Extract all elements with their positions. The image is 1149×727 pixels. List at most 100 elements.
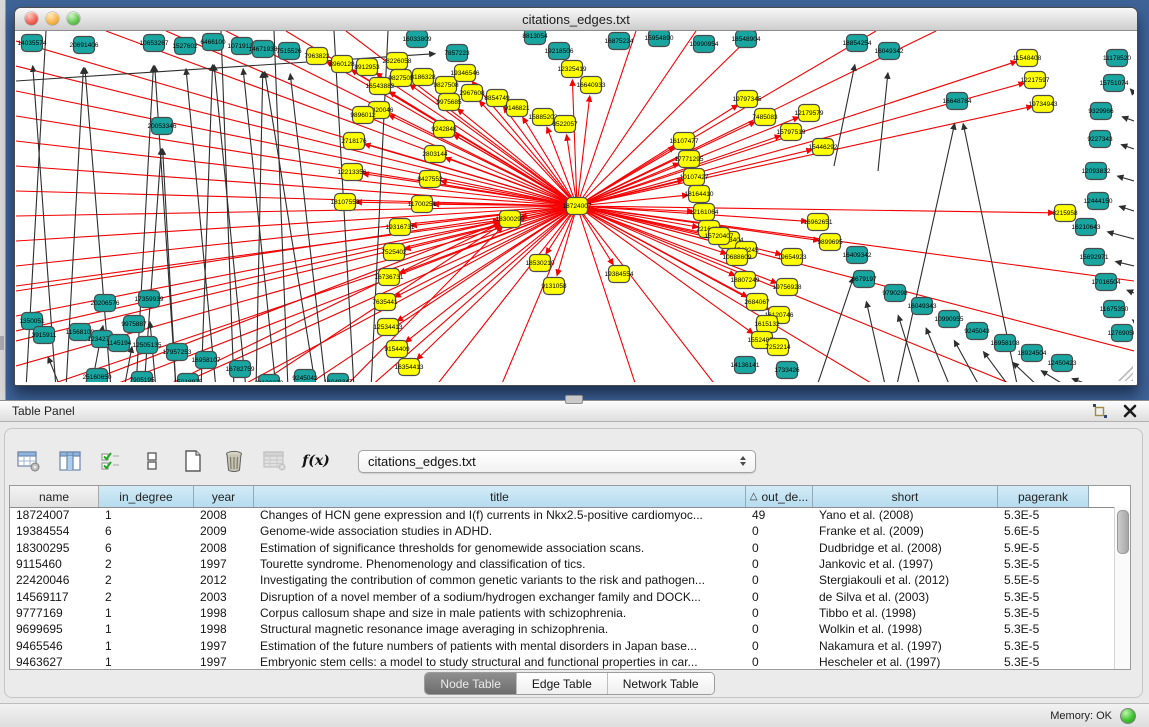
column-header-in-degree[interactable]: in_degree [99, 486, 194, 507]
graph-node[interactable]: 18300295 [496, 211, 525, 228]
graph-edge[interactable] [16, 91, 577, 206]
table-cell[interactable]: 1997 [194, 639, 254, 653]
graph-node[interactable]: 20206576 [91, 295, 120, 312]
table-cell[interactable]: Hescheler et al. (1997) [813, 655, 998, 669]
table-cell[interactable]: 14569117 [10, 590, 99, 604]
graph-edge[interactable] [186, 69, 216, 382]
graph-node[interactable]: 6466100 [200, 34, 226, 51]
graph-node[interactable]: 17771295 [675, 151, 704, 168]
graph-node[interactable]: 15692971 [1080, 249, 1109, 266]
graph-node[interactable]: 15797519 [777, 124, 806, 141]
network-table-select[interactable]: citations_edges.txt [358, 450, 756, 473]
table-cell[interactable]: 2003 [194, 590, 254, 604]
graph-node[interactable]: 12213356 [338, 164, 367, 181]
table-cell[interactable]: 0 [746, 606, 813, 620]
graph-node[interactable]: 16049342 [875, 43, 904, 60]
graph-node[interactable]: 7635441 [372, 294, 398, 311]
graph-node[interactable]: 9790298 [882, 285, 908, 302]
graph-node[interactable]: 21138373 [255, 375, 284, 383]
graph-node[interactable]: 18807249 [731, 272, 760, 289]
graph-node[interactable]: 8679197 [851, 271, 877, 288]
table-mode-icon[interactable] [16, 448, 42, 474]
graph-node[interactable]: 20691406 [70, 37, 99, 54]
graph-node[interactable]: 14671938 [249, 41, 278, 58]
graph-edge[interactable] [256, 72, 263, 382]
graph-node[interactable]: 9899695 [817, 234, 843, 251]
graph-edge[interactable] [926, 328, 951, 382]
table-cell[interactable]: 2 [99, 557, 194, 571]
graph-node[interactable]: 9975887 [121, 316, 147, 333]
graph-edge[interactable] [577, 31, 696, 206]
graph-node[interactable]: 7963822 [304, 48, 330, 65]
graph-node[interactable]: 7515526 [276, 43, 302, 60]
graph-edge[interactable] [577, 31, 636, 206]
delete-column-icon[interactable] [221, 448, 247, 474]
graph-node[interactable]: 14035574 [18, 35, 47, 52]
table-cell[interactable]: 1997 [194, 655, 254, 669]
graph-node[interactable]: 12450423 [1048, 355, 1077, 372]
table-cell[interactable]: 5.3E-5 [998, 557, 1089, 571]
graph-edge[interactable] [1108, 232, 1134, 239]
graph-node[interactable]: 19316731 [386, 219, 415, 236]
graph-node[interactable]: 12444150 [1084, 193, 1113, 210]
dock-handle[interactable] [0, 336, 4, 350]
table-cell[interactable]: 2009 [194, 524, 254, 538]
graph-edge[interactable] [16, 166, 577, 206]
graph-node[interactable]: 7485083 [752, 109, 778, 126]
graph-node[interactable]: 8215958 [1052, 205, 1078, 222]
table-cell[interactable]: 9465546 [10, 639, 99, 653]
graph-node[interactable]: 16782759 [226, 361, 255, 378]
graph-node[interactable]: 19734943 [1029, 96, 1058, 113]
table-cell[interactable]: 0 [746, 557, 813, 571]
column-header-name[interactable]: name [10, 486, 99, 507]
graph-node[interactable]: 16354413 [395, 359, 424, 376]
graph-node[interactable]: 2803144 [422, 146, 448, 163]
table-cell[interactable]: 22420046 [10, 573, 99, 587]
table-cell[interactable]: 18724007 [10, 508, 99, 522]
graph-node[interactable]: 25160650 [83, 369, 112, 383]
graph-node[interactable]: 8912953 [354, 59, 380, 76]
graph-node[interactable]: 11675350 [1100, 301, 1129, 318]
graph-edge[interactable] [577, 206, 1134, 281]
table-cell[interactable]: de Silva et al. (2003) [813, 590, 998, 604]
table-row[interactable]: 977716911998Corpus callosum shape and si… [10, 605, 1115, 621]
graph-node[interactable]: 11178520 [1103, 50, 1131, 67]
table-cell[interactable]: 5.9E-5 [998, 541, 1089, 555]
graph-edge[interactable] [577, 105, 738, 206]
graph-node[interactable]: 9242848 [431, 121, 457, 138]
table-cell[interactable]: 18300295 [10, 541, 99, 555]
graph-node[interactable]: 15018975 [174, 374, 203, 383]
table-cell[interactable]: 9463627 [10, 655, 99, 669]
table-cell[interactable]: 5.3E-5 [998, 639, 1089, 653]
table-cell[interactable]: Stergiakouli et al. (2012) [813, 573, 998, 587]
graph-node[interactable]: 19346546 [451, 65, 480, 82]
graph-node[interactable]: 7857223 [444, 45, 470, 62]
graph-node[interactable]: 12179579 [795, 105, 824, 122]
graph-edge[interactable] [1127, 290, 1134, 293]
column-header-year[interactable]: year [194, 486, 254, 507]
tab-node-table[interactable]: Node Table [425, 673, 517, 694]
table-cell[interactable]: Dudbridge et al. (2008) [813, 541, 998, 555]
table-cell[interactable]: 5.5E-5 [998, 573, 1089, 587]
graph-node[interactable]: 12161064 [690, 204, 719, 221]
graph-node[interactable]: 8813054 [522, 31, 548, 45]
splitter-handle[interactable] [565, 395, 583, 404]
graph-node[interactable]: 19384554 [605, 266, 634, 283]
table-cell[interactable]: 49 [746, 508, 813, 522]
table-cell[interactable]: Estimation of significance thresholds fo… [254, 541, 746, 555]
graph-node[interactable]: 9975685 [436, 94, 462, 111]
graph-edge[interactable] [265, 72, 316, 382]
graph-edge[interactable] [954, 341, 981, 382]
table-cell[interactable]: 5.3E-5 [998, 655, 1089, 669]
table-cell[interactable]: 0 [746, 639, 813, 653]
graph-node[interactable]: 10990954 [690, 36, 719, 53]
new-column-icon[interactable] [180, 448, 206, 474]
graph-node[interactable]: 16640933 [577, 77, 606, 94]
graph-node[interactable]: 1733426 [774, 362, 800, 379]
graph-node[interactable]: 12769050 [1108, 325, 1134, 342]
graph-edge[interactable] [1119, 206, 1134, 211]
table-cell[interactable]: 5.3E-5 [998, 590, 1089, 604]
graph-edge[interactable] [501, 206, 577, 382]
graph-node[interactable]: 8522057 [552, 116, 578, 133]
table-cell[interactable]: 1998 [194, 622, 254, 636]
